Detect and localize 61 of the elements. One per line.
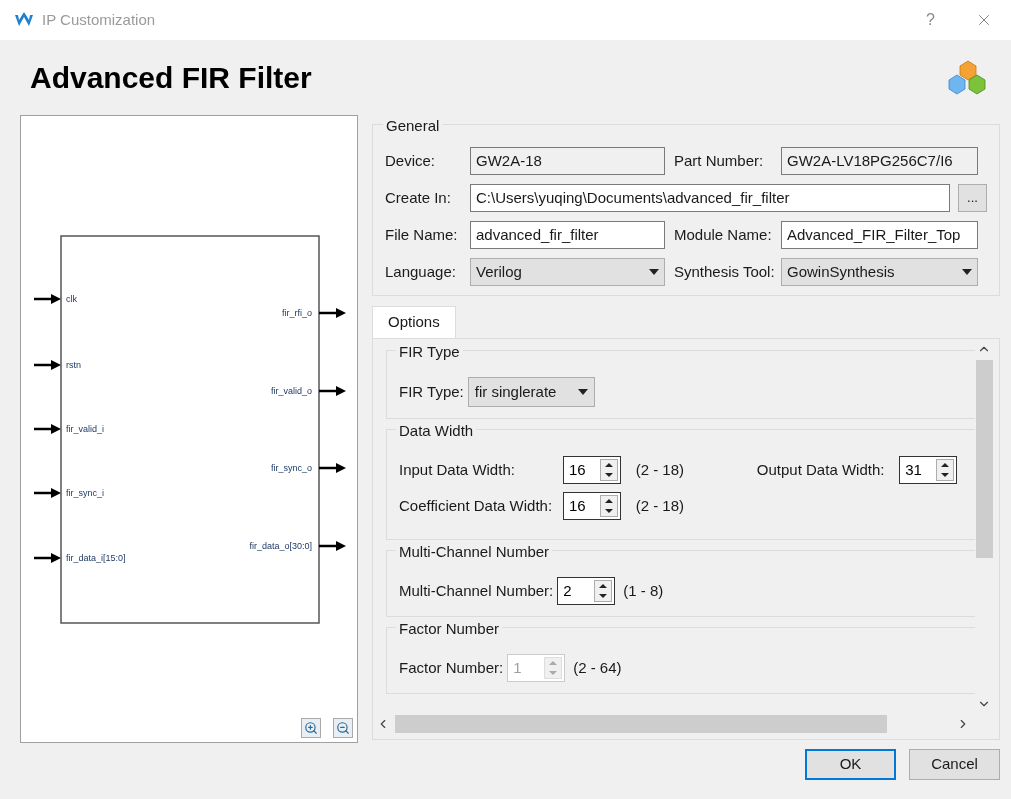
pin-label: fir_valid_i: [66, 424, 105, 434]
pin-label: fir_sync_i: [66, 488, 104, 498]
field-label: File Name:: [385, 224, 459, 245]
field-label: Coefficient Data Width:: [399, 495, 554, 516]
output-arrow: [319, 386, 346, 396]
field-label: FIR Type:: [399, 381, 464, 402]
output-arrow: [319, 308, 346, 318]
dialog-button[interactable]: Cancel: [909, 749, 1000, 780]
readonly-field[interactable]: GW2A-18: [470, 147, 665, 175]
pin-label: fir_data_o[30:0]: [249, 541, 312, 551]
pin-label: clk: [66, 294, 77, 304]
input-arrow: [34, 294, 61, 304]
input-field[interactable]: C:\Users\yuqing\Documents\advanced_fir_filter: [470, 184, 950, 212]
field-label: Multi-Channel Number:: [399, 580, 554, 601]
field-label: Output Data Width:: [755, 459, 886, 480]
input-field[interactable]: Advanced_FIR_Filter_Top: [781, 221, 978, 249]
output-arrow: [319, 541, 346, 551]
cubes-icon: [947, 58, 989, 97]
output-arrow: [319, 463, 346, 473]
dropdown-caret-icon: [649, 269, 659, 275]
browse-button[interactable]: ...: [958, 184, 987, 212]
spin-box[interactable]: 16: [562, 492, 621, 520]
zoom-out-button[interactable]: [333, 718, 353, 738]
field-label: Create In:: [385, 187, 452, 208]
field-label: Language:: [385, 261, 457, 282]
range-hint: (2 - 64): [572, 657, 622, 678]
field-label: Part Number:: [673, 150, 765, 171]
field-label: Device:: [385, 150, 437, 171]
input-arrow: [34, 553, 61, 563]
window-title: IP Customization: [42, 9, 156, 30]
readonly-field[interactable]: GW2A-LV18PG256C7/I6: [781, 147, 978, 175]
spin-box[interactable]: 31: [899, 456, 958, 484]
pin-label: fir_rfi_o: [282, 308, 312, 318]
app-logo-icon: [14, 12, 34, 28]
field-label: Factor Number:: [399, 657, 504, 678]
range-hint: (1 - 8): [622, 580, 664, 601]
pin-label: fir_sync_o: [270, 463, 312, 473]
spin-box[interactable]: 16: [562, 456, 621, 484]
pin-label: fir_data_i[15:0]: [66, 553, 126, 563]
tab[interactable]: Options: [372, 306, 456, 338]
zoom-in-button[interactable]: [301, 718, 321, 738]
pin-label: fir_valid_o: [270, 386, 312, 396]
spin-box[interactable]: 2: [557, 577, 616, 605]
input-field[interactable]: advanced_fir_filter: [470, 221, 665, 249]
dropdown[interactable]: GowinSynthesis: [781, 258, 978, 286]
dialog-button[interactable]: OK: [805, 749, 896, 780]
input-arrow: [34, 360, 61, 370]
range-hint: (2 - 18): [634, 495, 686, 516]
input-arrow: [34, 424, 61, 434]
field-label: Synthesis Tool:: [673, 261, 776, 282]
dropdown-caret-icon: [962, 269, 972, 275]
dropdown-caret-icon: [577, 389, 588, 395]
page-title: Advanced FIR Filter: [30, 60, 312, 96]
field-label: Input Data Width:: [399, 459, 516, 480]
range-hint: (2 - 18): [634, 459, 686, 480]
input-arrow: [34, 488, 61, 498]
pin-label: rstn: [66, 360, 81, 370]
dropdown[interactable]: Verilog: [470, 258, 665, 286]
field-label: Module Name:: [673, 224, 773, 245]
help-button[interactable]: ?: [926, 8, 935, 32]
dropdown[interactable]: fir singlerate: [467, 377, 595, 407]
